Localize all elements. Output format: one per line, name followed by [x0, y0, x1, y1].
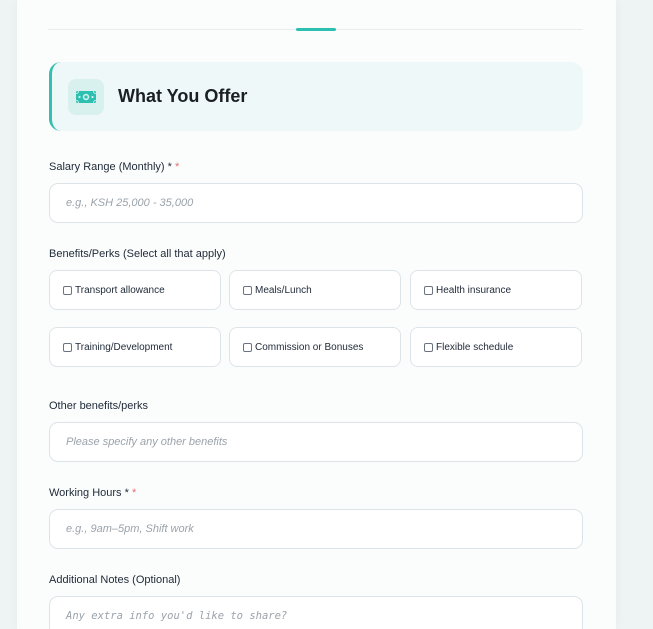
other-benefits-input[interactable]: Please specify any other benefits [49, 422, 583, 462]
salary-input[interactable]: e.g., KSH 25,000 - 35,000 [49, 183, 583, 223]
section-title: What You Offer [118, 86, 248, 106]
working-hours-placeholder: e.g., 9am–5pm, Shift work [66, 523, 194, 535]
checkbox-label: Training/Development [75, 341, 173, 353]
checkbox-label: Health insurance [436, 284, 512, 296]
checkbox-health-insurance[interactable]: Health insurance [410, 270, 582, 310]
checkbox-meals-lunch[interactable]: Meals/Lunch [229, 270, 401, 310]
salary-placeholder: e.g., KSH 25,000 - 35,000 [66, 197, 194, 209]
money-icon [68, 78, 104, 115]
other-benefits-placeholder: Please specify any other benefits [66, 436, 228, 448]
checkbox-icon [243, 342, 252, 352]
checkbox-commission-bonuses[interactable]: Commission or Bonuses [229, 327, 401, 367]
checkbox-icon [243, 285, 252, 295]
notes-label: Additional Notes (Optional) [49, 574, 181, 586]
form-card: What You Offer Salary Range (Monthly) * … [17, 0, 616, 629]
checkbox-label: Flexible schedule [436, 341, 514, 353]
step-indicator [296, 28, 336, 31]
salary-label: Salary Range (Monthly) * * [49, 161, 180, 173]
working-hours-label: Working Hours * * [49, 487, 137, 499]
checkbox-icon [63, 285, 72, 295]
other-benefits-label: Other benefits/perks [49, 400, 149, 412]
checkbox-label: Commission or Bonuses [255, 341, 364, 353]
checkbox-icon [63, 342, 72, 352]
notes-textarea[interactable]: Any extra info you'd like to share? [49, 596, 583, 629]
section-header: What You Offer [49, 62, 583, 131]
working-hours-input[interactable]: e.g., 9am–5pm, Shift work [49, 509, 583, 549]
checkbox-icon [424, 342, 433, 352]
checkbox-transport-allowance[interactable]: Transport allowance [49, 270, 221, 310]
benefits-label: Benefits/Perks (Select all that apply) [49, 248, 226, 260]
checkbox-flexible-schedule[interactable]: Flexible schedule [410, 327, 582, 367]
notes-placeholder: Any extra info you'd like to share? [66, 610, 288, 622]
checkbox-label: Transport allowance [75, 284, 165, 296]
checkbox-label: Meals/Lunch [255, 284, 312, 296]
checkbox-training-development[interactable]: Training/Development [49, 327, 221, 367]
checkbox-icon [424, 285, 433, 295]
